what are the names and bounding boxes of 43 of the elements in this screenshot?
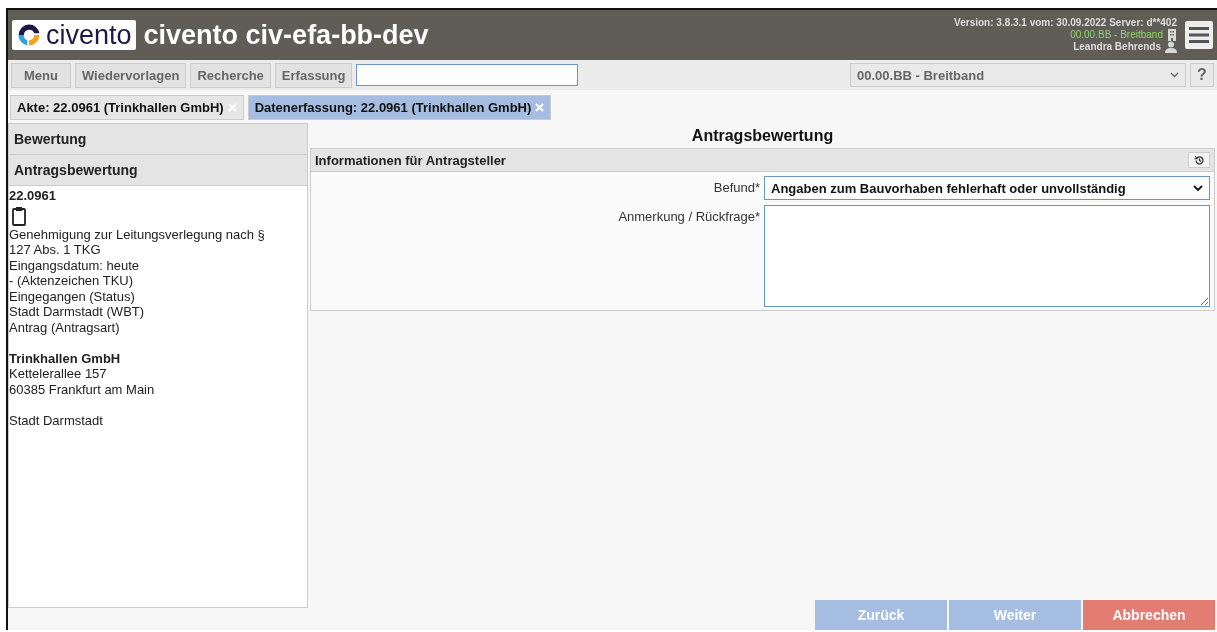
field-label: Befund*	[712, 179, 760, 195]
user-name: Leandra Behrends	[1073, 41, 1161, 53]
address-line: 60385 Frankfurt am Main	[9, 381, 155, 397]
clipboard-icon	[12, 205, 26, 226]
address-line: Kettelerallee 157	[9, 366, 107, 382]
menu-icon[interactable]	[1185, 21, 1213, 49]
footer-button[interactable]: Abbrechen	[1083, 600, 1215, 630]
case-detail: Genehmigung zur Leitungsverlegung nach § 127 Abs. 1 TKG	[9, 226, 266, 258]
toolbar-button[interactable]: Menu	[11, 62, 71, 88]
case-detail: Antrag (Antragsart)	[9, 319, 120, 335]
select-field[interactable]: Angaben zum Bauvorhaben fehlerhaft oder unvollständig	[764, 176, 1210, 200]
user-icon	[1165, 41, 1177, 53]
page-title: Antragsbewertung	[690, 127, 835, 145]
field-label: Anmerkung / Rückfrage*	[617, 208, 760, 224]
section-header[interactable]: Bewertung	[9, 124, 307, 155]
version-text: Version: 3.8.3.1 vom: 30.09.2022 Server: d**402	[954, 17, 1177, 29]
section-header[interactable]: Antragsbewertung	[9, 155, 307, 186]
search-field[interactable]	[356, 64, 579, 86]
logo-text: civento	[46, 19, 132, 51]
tab[interactable]: Datenerfassung: 22.0961 (Trinkhallen GmbH)	[247, 95, 552, 120]
text-area[interactable]	[764, 205, 1210, 307]
help-button[interactable]: ?	[1190, 63, 1214, 87]
case-detail: Stadt Darmstadt (WBT)	[9, 304, 145, 320]
chevron-down-icon	[1170, 72, 1179, 78]
toolbar-button[interactable]: Recherche	[190, 62, 271, 88]
logo-icon	[16, 22, 42, 48]
case-detail: Eingegangen (Status)	[9, 288, 135, 304]
unit-select[interactable]: 00.00.BB - Breitband	[850, 63, 1186, 87]
tab[interactable]: Akte: 22.0961 (Trinkhallen GmbH)	[10, 95, 244, 120]
authority-name: Stadt Darmstadt	[9, 412, 103, 428]
company-name: Trinkhallen GmbH	[9, 350, 121, 366]
app-title: civento civ-efa-bb-dev	[143, 19, 429, 51]
panel-title: Informationen für Antragsteller	[315, 152, 506, 168]
building-icon	[1167, 29, 1177, 41]
case-number: 22.0961	[9, 188, 56, 204]
toolbar-button[interactable]: Erfassung	[274, 62, 353, 88]
case-detail: Eingangsdatum: heute	[9, 257, 140, 273]
close-icon[interactable]	[535, 103, 545, 112]
toolbar-button[interactable]: Wiedervorlagen	[74, 62, 187, 88]
history-icon[interactable]	[1188, 152, 1210, 168]
chevron-down-icon	[1193, 184, 1203, 192]
unit-text: 00.00.BB - Breitband	[1070, 29, 1163, 41]
case-detail: - (Aktenzeichen TKU)	[9, 273, 134, 289]
